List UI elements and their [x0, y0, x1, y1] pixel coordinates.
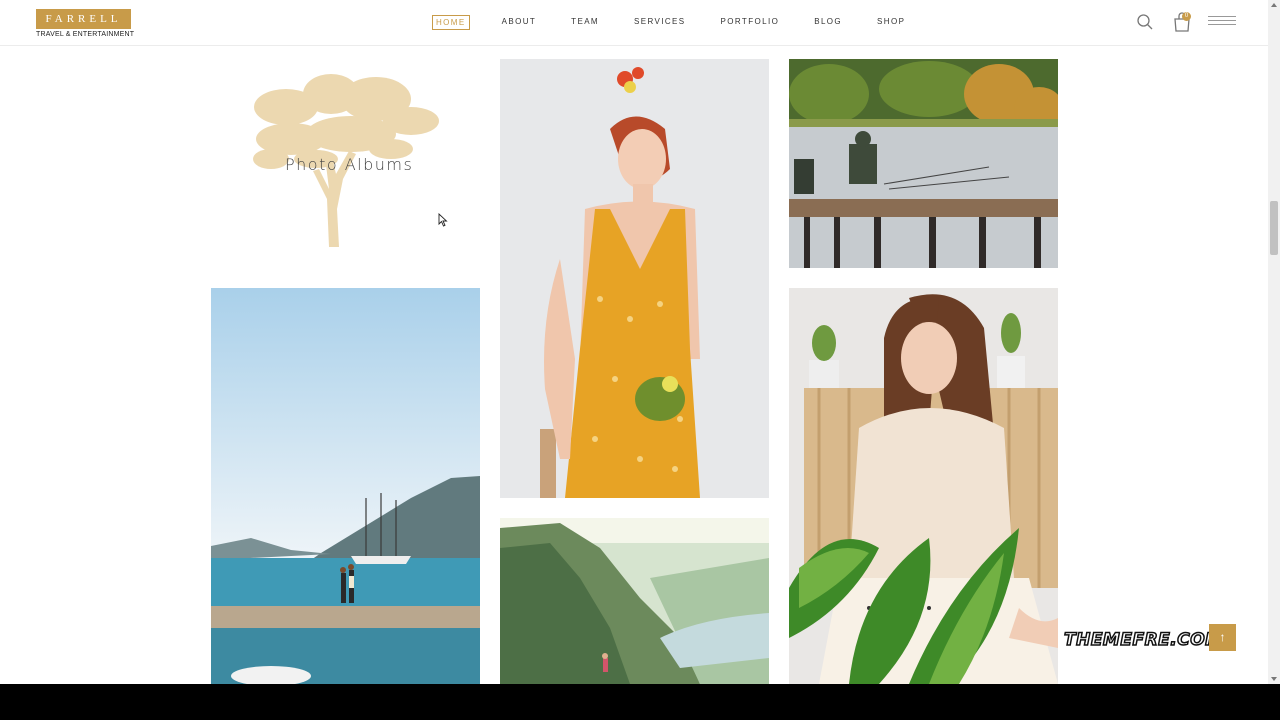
nav-item-blog[interactable]: BLOG	[811, 15, 845, 30]
site-header: FARRELL TRAVEL & ENTERTAINMENT HOME ABOU…	[0, 0, 1268, 46]
nav-item-home[interactable]: HOME	[432, 15, 470, 30]
logo-name: FARRELL	[36, 9, 131, 29]
back-to-top-button[interactable]: ↑	[1209, 624, 1236, 651]
nav-item-team[interactable]: TEAM	[568, 15, 602, 30]
cart-count-badge: 0	[1182, 12, 1191, 21]
page: FARRELL TRAVEL & ENTERTAINMENT HOME ABOU…	[0, 0, 1280, 720]
logo-tagline: TRAVEL & ENTERTAINMENT	[36, 31, 135, 38]
nav-item-services[interactable]: SERVICES	[631, 15, 689, 30]
main-nav: HOME ABOUT TEAM SERVICES PORTFOLIO BLOG …	[432, 15, 937, 30]
photo-sea-couple-pier[interactable]	[211, 288, 480, 684]
scrollbar[interactable]	[1268, 0, 1280, 684]
logo[interactable]: FARRELL TRAVEL & ENTERTAINMENT	[36, 9, 135, 38]
scroll-down-icon[interactable]	[1271, 677, 1277, 681]
menu-icon[interactable]	[1208, 16, 1236, 28]
scroll-up-icon[interactable]	[1271, 3, 1277, 7]
nav-item-about[interactable]: ABOUT	[499, 15, 540, 30]
bottom-bar	[0, 684, 1280, 720]
nav-item-portfolio[interactable]: PORTFOLIO	[718, 15, 783, 30]
nav-item-shop[interactable]: SHOP	[874, 15, 908, 30]
photo-girl-with-plant[interactable]	[789, 288, 1058, 684]
album-title: Photo Albums	[285, 155, 414, 174]
watermark: THEMEFRE.COM	[1063, 629, 1223, 651]
photo-fjord-cliff[interactable]	[500, 518, 769, 684]
search-icon[interactable]	[1136, 13, 1154, 31]
mouse-cursor-icon	[438, 213, 448, 227]
photo-albums-tile[interactable]: Photo Albums	[211, 59, 480, 268]
scroll-thumb[interactable]	[1270, 201, 1278, 255]
arrow-up-icon: ↑	[1219, 630, 1226, 644]
photo-lake-fishing[interactable]	[789, 59, 1058, 268]
photo-woman-yellow-dress[interactable]	[500, 59, 769, 498]
